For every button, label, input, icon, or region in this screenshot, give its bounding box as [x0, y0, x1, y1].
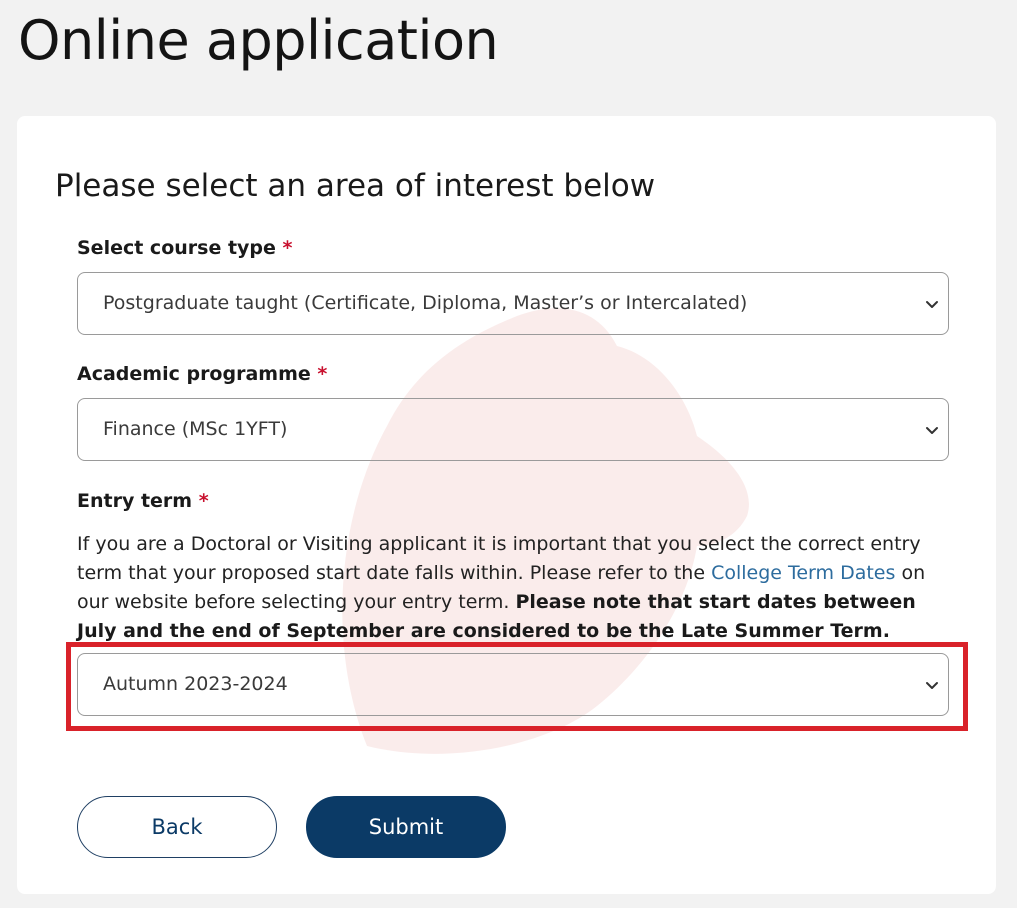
chevron-down-icon: [926, 682, 938, 689]
course-type-select[interactable]: Postgraduate taught (Certificate, Diplom…: [77, 272, 949, 335]
submit-button[interactable]: Submit: [306, 796, 506, 858]
entry-term-help-text: If you are a Doctoral or Visiting applic…: [77, 533, 926, 642]
required-marker: *: [282, 237, 293, 259]
course-type-value: Postgraduate taught (Certificate, Diplom…: [103, 292, 748, 314]
section-heading: Please select an area of interest below: [55, 168, 656, 204]
chevron-down-icon: [926, 301, 938, 308]
programme-select[interactable]: Finance (MSc 1YFT): [77, 398, 949, 461]
required-marker: *: [198, 490, 209, 512]
entry-term-label: Entry term *: [77, 490, 209, 512]
entry-term-select[interactable]: Autumn 2023-2024: [77, 653, 949, 716]
course-type-label: Select course type *: [77, 237, 293, 259]
programme-label: Academic programme *: [77, 363, 328, 385]
entry-term-value: Autumn 2023-2024: [103, 673, 288, 695]
page-title: Online application: [18, 9, 499, 72]
back-button[interactable]: Back: [77, 796, 277, 858]
college-term-dates-link[interactable]: College Term Dates: [711, 562, 895, 584]
chevron-down-icon: [926, 427, 938, 434]
form-card: Please select an area of interest below …: [17, 116, 996, 894]
required-marker: *: [317, 363, 328, 385]
programme-value: Finance (MSc 1YFT): [103, 418, 288, 440]
